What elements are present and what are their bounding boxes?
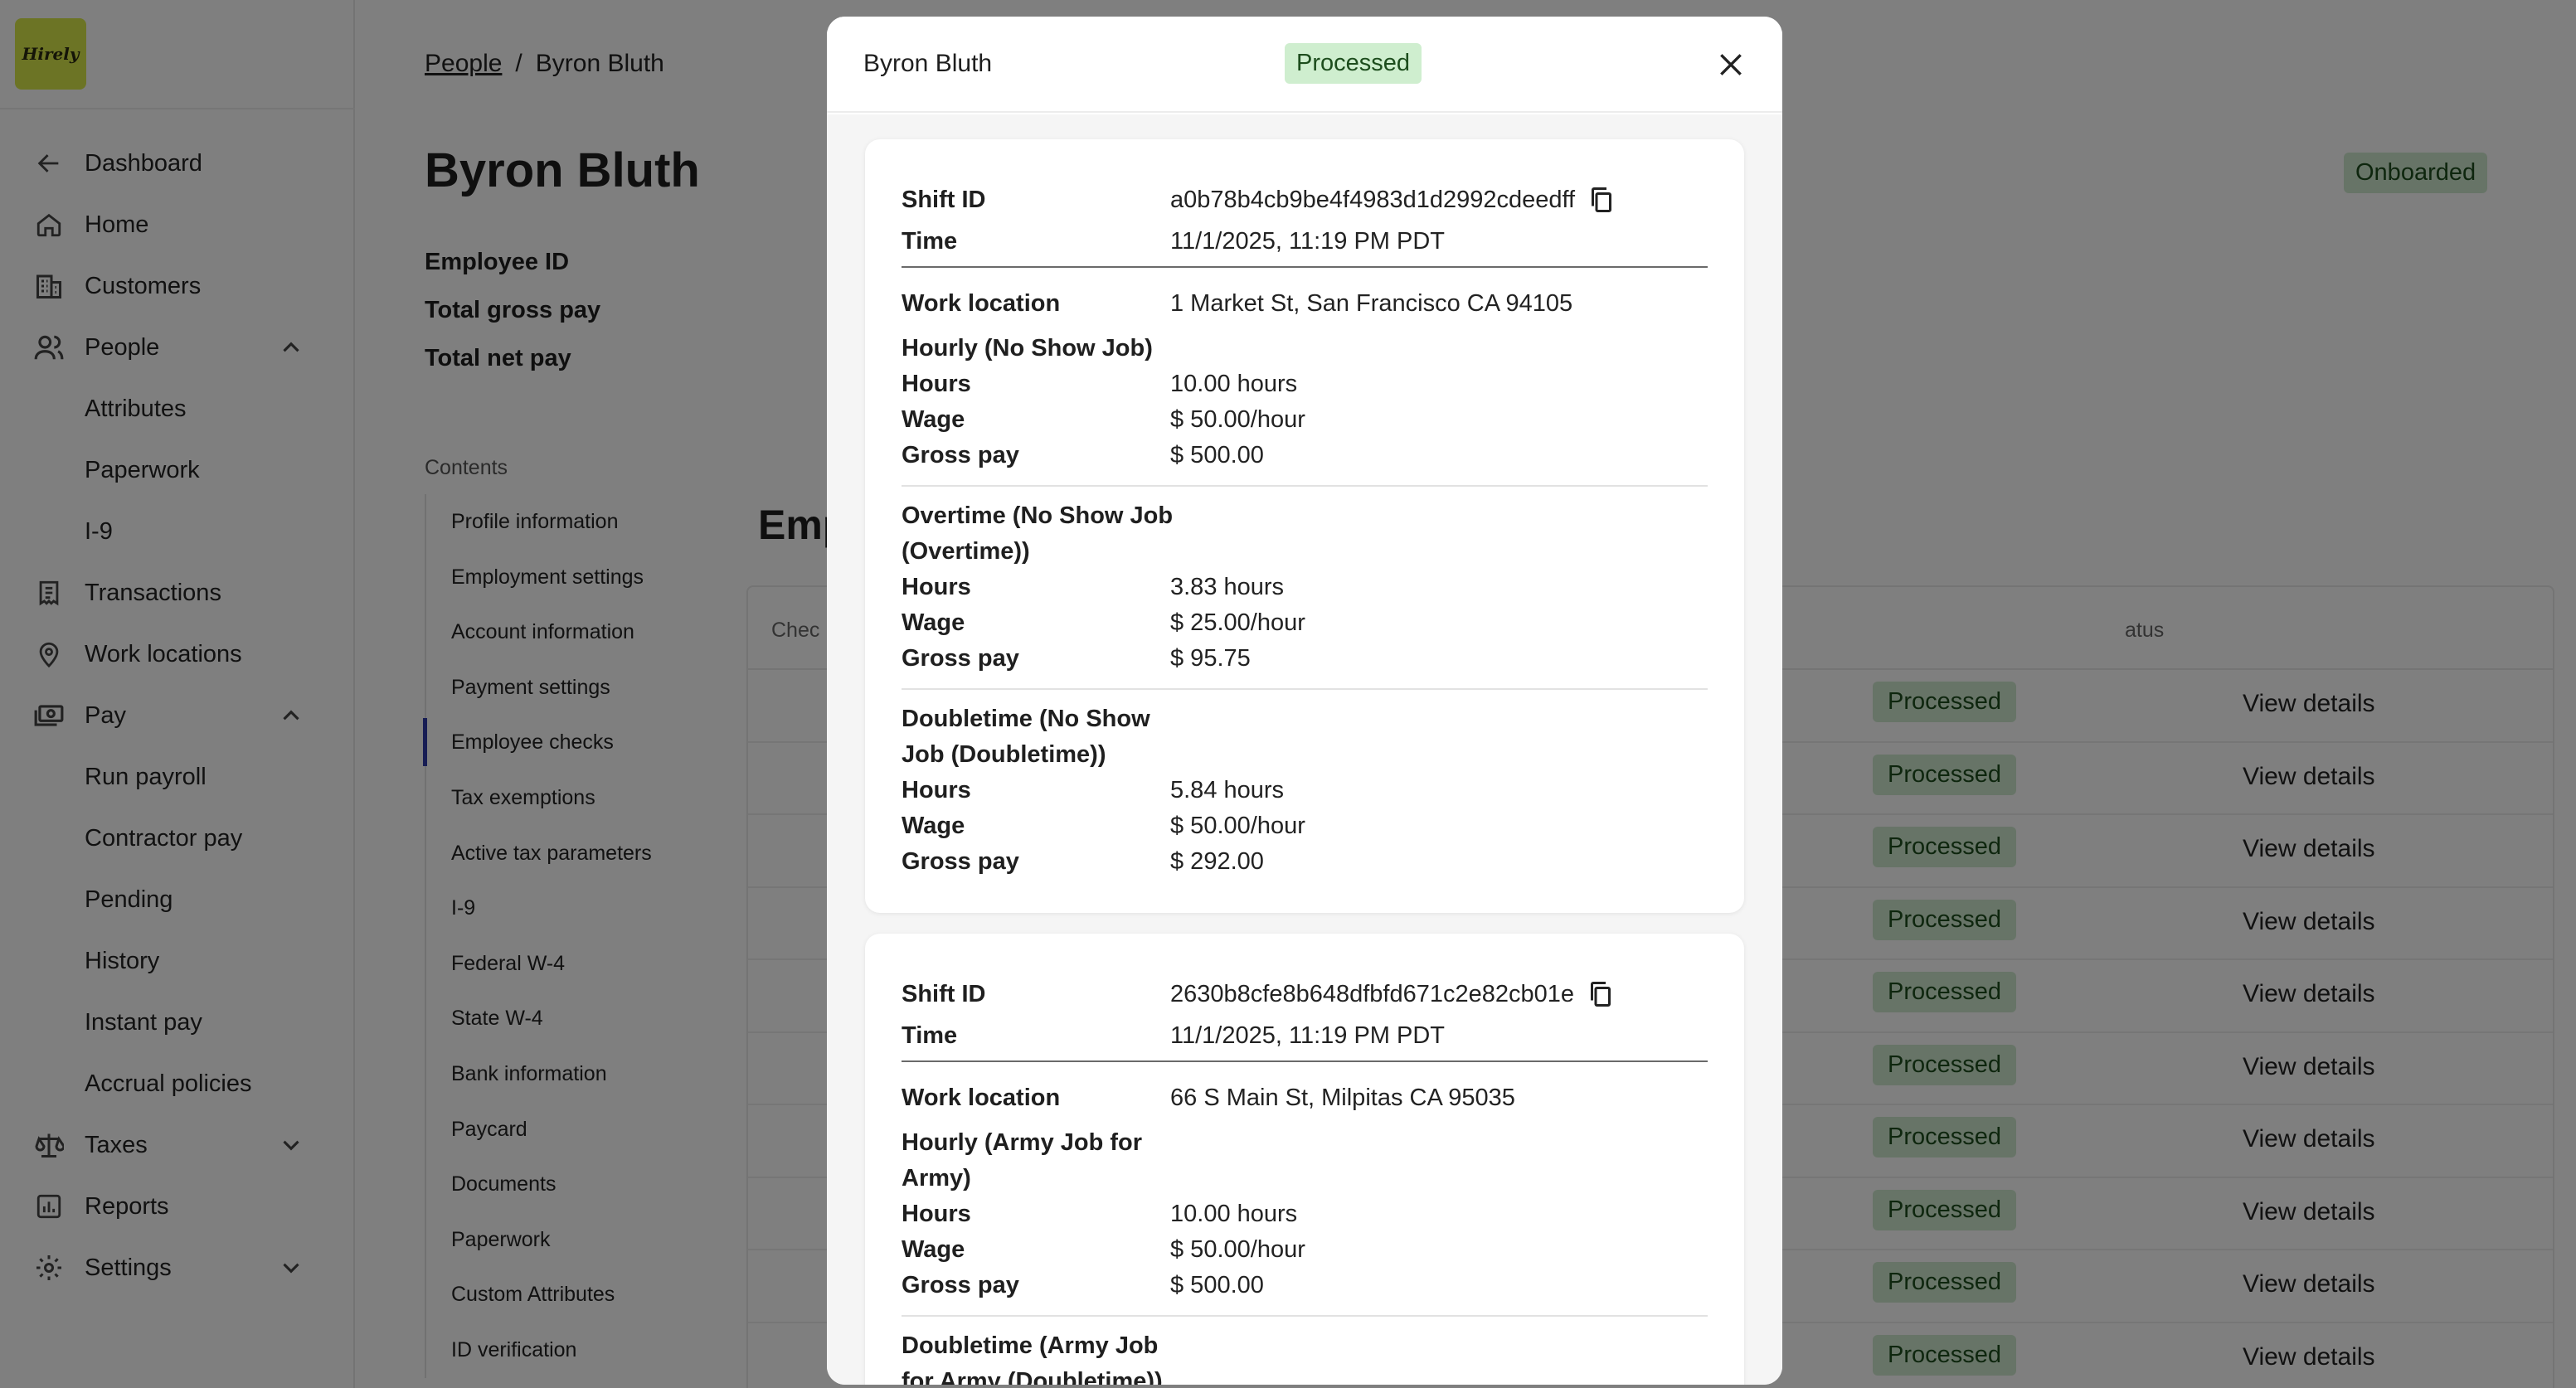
status-badge: Processed [1285,43,1422,84]
divider [902,688,1708,690]
work-location-label: Work location [902,290,1061,317]
work-location-value: 66 S Main St, Milpitas CA 95035 [1170,1085,1515,1111]
divider [902,266,1708,268]
hours-label: Hours [902,1201,971,1227]
gross-pay-row: Gross pay $ 292.00 [902,844,1708,880]
gross-pay-row: Gross pay $ 95.75 [902,641,1708,677]
work-location-label: Work location [902,1085,1061,1111]
hours-value: 10.00 hours [1170,1201,1298,1227]
wage-label: Wage [902,609,965,636]
hours-row: Hours 10.00 hours [902,1196,1708,1232]
wage-label: Wage [902,1236,965,1263]
time-label: Time [902,1022,958,1049]
shift-card: Shift ID 2630b8cfe8b648dfbfd671c2e82cb01… [865,934,1744,1385]
earning-group-title: Doubletime (No Show Job (Doubletime)) [902,706,1150,768]
gross-pay-value: $ 500.00 [1170,1272,1264,1298]
earning-group-title: Overtime (No Show Job (Overtime)) [902,502,1174,565]
wage-row: Wage $ 50.00/hour [902,402,1708,438]
divider [902,485,1708,487]
modal-body[interactable]: Shift ID a0b78b4cb9be4f4983d1d2992cdeedf… [827,114,1782,1385]
wage-row: Wage $ 25.00/hour [902,605,1708,641]
check-details-modal: Byron Bluth Processed Shift ID a0b78b4cb… [827,17,1782,1385]
copy-icon[interactable] [1587,185,1616,215]
shift-id-label: Shift ID [902,187,986,213]
hours-row: Hours 5.84 hours [902,773,1708,808]
time-row: Time 11/1/2025, 11:19 PM PDT [902,1018,1708,1054]
earning-group-title: Doubletime (Army Job for Army (Doubletim… [902,1332,1163,1385]
wage-row: Wage $ 50.00/hour [902,808,1708,844]
gross-pay-label: Gross pay [902,1272,1019,1298]
wage-value: $ 50.00/hour [1170,813,1305,839]
hours-label: Hours [902,777,971,803]
wage-value: $ 50.00/hour [1170,1236,1305,1263]
time-row: Time 11/1/2025, 11:19 PM PDT [902,224,1708,260]
shift-id-value: 2630b8cfe8b648dfbfd671c2e82cb01e [1170,981,1575,1007]
divider [902,1315,1708,1317]
time-label: Time [902,228,958,255]
gross-pay-row: Gross pay $ 500.00 [902,438,1708,473]
gross-pay-label: Gross pay [902,848,1019,875]
shift-id-row: Shift ID a0b78b4cb9be4f4983d1d2992cdeedf… [902,176,1708,224]
gross-pay-value: $ 500.00 [1170,442,1264,468]
work-location-row: Work location 1 Market St, San Francisco… [902,279,1708,328]
work-location-value: 1 Market St, San Francisco CA 94105 [1170,290,1573,317]
time-value: 11/1/2025, 11:19 PM PDT [1170,1022,1446,1049]
shift-id-row: Shift ID 2630b8cfe8b648dfbfd671c2e82cb01… [902,970,1708,1018]
gross-pay-row: Gross pay $ 500.00 [902,1268,1708,1303]
shift-id-label: Shift ID [902,981,986,1007]
shift-id-value: a0b78b4cb9be4f4983d1d2992cdeedff [1170,187,1576,213]
divider [902,1060,1708,1062]
wage-value: $ 50.00/hour [1170,406,1305,433]
shift-card: Shift ID a0b78b4cb9be4f4983d1d2992cdeedf… [865,139,1744,913]
modal-header: Byron Bluth Processed [827,17,1782,113]
copy-icon[interactable] [1586,979,1616,1009]
time-value: 11/1/2025, 11:19 PM PDT [1170,228,1446,255]
hours-row: Hours 10.00 hours [902,366,1708,402]
hours-value: 3.83 hours [1170,574,1285,600]
earning-group-title: Hourly (No Show Job) [902,335,1153,362]
gross-pay-label: Gross pay [902,442,1019,468]
gross-pay-value: $ 95.75 [1170,645,1251,672]
hours-label: Hours [902,574,971,600]
work-location-row: Work location 66 S Main St, Milpitas CA … [902,1074,1708,1122]
earning-group-title: Hourly (Army Job for Army) [902,1129,1143,1191]
wage-value: $ 25.00/hour [1170,609,1305,636]
modal-title: Byron Bluth [863,50,993,77]
wage-row: Wage $ 50.00/hour [902,1232,1708,1268]
wage-label: Wage [902,813,965,839]
hours-value: 10.00 hours [1170,371,1298,397]
hours-value: 5.84 hours [1170,777,1285,803]
gross-pay-label: Gross pay [902,645,1019,672]
hours-row: Hours 3.83 hours [902,570,1708,605]
hours-label: Hours [902,371,971,397]
wage-label: Wage [902,406,965,433]
gross-pay-value: $ 292.00 [1170,848,1264,875]
close-icon[interactable] [1714,48,1747,81]
